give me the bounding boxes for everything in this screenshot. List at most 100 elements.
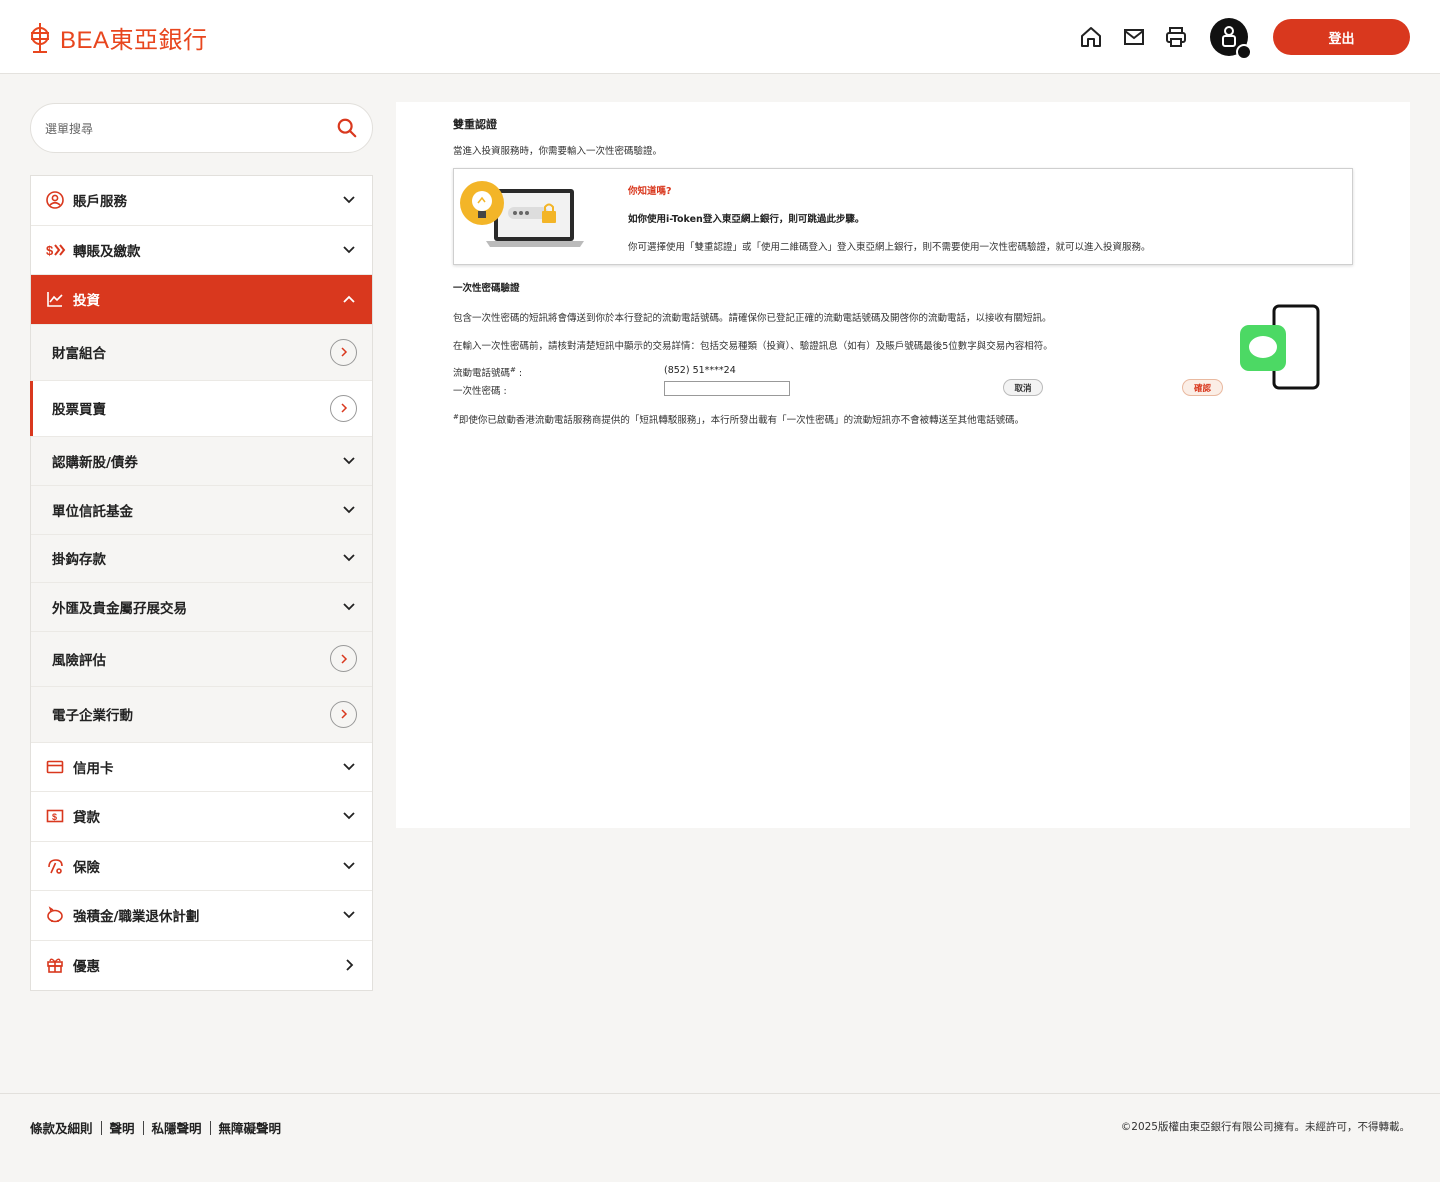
footnote: #即使你已啟動香港流動電話服務商提供的「短訊轉駁服務」，本行所發出載有「一次性密… — [453, 412, 1024, 426]
chevron-down-icon — [343, 196, 355, 204]
sidebar-item-label: 保險 — [73, 859, 100, 876]
circle-arrow-icon — [330, 394, 357, 422]
sidebar-subitem-corporate-actions[interactable]: 電子企業行動 — [31, 686, 372, 743]
footer-link-disclaimer[interactable]: 聲明 — [110, 1118, 135, 1137]
chevron-down-icon — [343, 505, 355, 513]
sidebar-item-label: 轉賬及繳款 — [73, 243, 141, 260]
sidebar-item-investment[interactable]: 投資 — [31, 275, 372, 325]
transfer-icon: $ — [46, 243, 66, 258]
piggy-icon — [47, 906, 63, 923]
sidebar-menu: 賬戶服務 $ 轉賬及繳款 投資 財富組合 股票買賣 認購新股/債券 單位信託基金… — [30, 175, 373, 991]
sidebar-subitem-label: 認購新股/債券 — [52, 454, 138, 471]
phone-message-illustration-icon — [1240, 304, 1320, 390]
chart-icon — [47, 292, 63, 308]
footer: 條款及細則 聲明 私隱聲明 無障礙聲明 ©2025版權由東亞銀行有限公司擁有。未… — [0, 1093, 1440, 1182]
page-description: 當進入投資服務時，你需要輸入一次性密碼驗證。 — [453, 146, 663, 157]
sidebar-subitem-unit-trusts[interactable]: 單位信託基金 — [31, 485, 372, 535]
footer-separator — [142, 1120, 144, 1135]
sidebar-item-label: 賬戶服務 — [73, 194, 127, 211]
phone-label-mark: # — [510, 365, 516, 374]
sidebar-subitem-label: 財富組合 — [52, 346, 106, 362]
sidebar-subitem-label: 單位信託基金 — [52, 503, 133, 520]
chevron-up-icon — [343, 295, 355, 303]
circle-arrow-icon — [330, 645, 357, 672]
chevron-down-icon — [343, 456, 355, 464]
mail-icon[interactable] — [1122, 25, 1146, 49]
otp-input[interactable] — [664, 381, 790, 396]
sidebar-item-label: 強積金/職業退休計劃 — [73, 909, 200, 926]
svg-text:$: $ — [46, 243, 54, 258]
chevron-down-icon — [343, 862, 355, 870]
footer-separator — [100, 1120, 102, 1135]
sidebar-subitem-label: 股票買賣 — [52, 402, 106, 418]
sidebar-item-offers[interactable]: 優惠 — [31, 941, 372, 991]
otp-label: 一次性密碼 : — [453, 386, 507, 397]
sidebar-subitem-label: 外匯及貴金屬孖展交易 — [52, 600, 187, 617]
svg-text:$: $ — [52, 812, 57, 822]
sidebar-subitem-label: 風險評估 — [52, 652, 106, 669]
logo-text: BEA東亞銀行 — [60, 27, 208, 54]
cancel-button[interactable]: 取消 — [1003, 379, 1043, 396]
menu-search — [30, 103, 373, 153]
sidebar-item-insurance[interactable]: 保險 — [31, 842, 372, 891]
sidebar-item-label: 信用卡 — [73, 760, 114, 777]
bea-logo[interactable]: BEA東亞銀行 — [28, 20, 208, 55]
page-title: 雙重認證 — [453, 118, 497, 131]
footer-links: 條款及細則 聲明 私隱聲明 無障礙聲明 — [30, 1118, 281, 1137]
sidebar-item-loans[interactable]: $ 貸款 — [31, 792, 372, 842]
tip-line-2fa: 你可選擇使用「雙重認證」或「使用二維碼登入」登入東亞網上銀行，則不需要使用一次性… — [628, 242, 1151, 253]
card-icon — [46, 760, 64, 774]
chevron-down-icon — [343, 911, 355, 919]
phone-label: 流動電話號碼# : — [453, 365, 523, 379]
sidebar-subitem-wealth-portfolio[interactable]: 財富組合 — [31, 324, 372, 381]
tip-box: 你知道嗎? 如你使用i-Token登入東亞網上銀行，則可跳過此步驟。 你可選擇使… — [453, 168, 1353, 265]
sidebar-subitem-fx-margin[interactable]: 外匯及貴金屬孖展交易 — [31, 582, 372, 632]
sidebar-subitem-label: 掛鈎存款 — [52, 552, 106, 568]
chevron-down-icon — [343, 246, 355, 254]
logout-button[interactable]: 登出 — [1273, 19, 1410, 55]
phone-label-text: 流動電話號碼 — [453, 368, 511, 379]
home-icon[interactable] — [1079, 25, 1103, 49]
menu-search-input[interactable] — [45, 118, 325, 140]
tip-line-itoken: 如你使用i-Token登入東亞網上銀行，則可跳過此步驟。 — [628, 214, 865, 225]
circle-arrow-icon — [330, 338, 357, 366]
search-icon[interactable] — [336, 117, 358, 139]
footnote-text: 即使你已啟動香港流動電話服務商提供的「短訊轉駁服務」，本行所發出載有「一次性密碼… — [458, 415, 1025, 426]
footer-link-privacy[interactable]: 私隱聲明 — [152, 1118, 202, 1137]
sidebar-item-transfer-payment[interactable]: $ 轉賬及繳款 — [31, 226, 372, 275]
sidebar-subitem-ipo-bonds[interactable]: 認購新股/債券 — [31, 436, 372, 486]
otp-paragraph-1: 包含一次性密碼的短訊將會傳送到你於本行登記的流動電話號碼。請確保你已登記正確的流… — [453, 313, 1052, 324]
loan-icon: $ — [46, 809, 64, 823]
bea-emblem-icon — [31, 22, 49, 53]
sidebar-item-account-services[interactable]: 賬戶服務 — [31, 176, 372, 226]
lightbulb-laptop-illustration-icon — [460, 181, 584, 247]
copyright: ©2025版權由東亞銀行有限公司擁有。未經許可，不得轉載。 — [1120, 1121, 1410, 1133]
sidebar-subitem-stock-trading[interactable]: 股票買賣 — [30, 380, 372, 437]
sidebar-subitem-linked-deposits[interactable]: 掛鈎存款 — [31, 534, 372, 583]
chevron-right-icon — [346, 959, 354, 971]
sidebar-item-label: 貸款 — [73, 810, 100, 827]
sidebar-item-credit-card[interactable]: 信用卡 — [31, 743, 372, 792]
user-avatar[interactable] — [1210, 18, 1252, 60]
user-icon — [46, 191, 64, 210]
chevron-down-icon — [343, 763, 355, 771]
circle-arrow-icon — [330, 700, 357, 728]
chevron-down-icon — [343, 554, 355, 562]
otp-section-title: 一次性密碼驗證 — [453, 283, 520, 294]
phone-value: (852) 51****24 — [664, 365, 736, 376]
confirm-button[interactable]: 確認 — [1182, 379, 1223, 396]
insurance-icon — [48, 858, 63, 874]
gift-icon — [47, 958, 63, 974]
otp-paragraph-2: 在輸入一次性密碼前，請核對清楚短訊中顯示的交易詳情：包括交易種類（投資）、驗證訊… — [453, 341, 1053, 352]
printer-icon[interactable] — [1164, 25, 1188, 49]
footer-separator — [209, 1120, 211, 1135]
header: BEA東亞銀行 登出 — [0, 0, 1440, 74]
sidebar-subitem-label: 電子企業行動 — [52, 708, 133, 724]
footer-link-accessibility[interactable]: 無障礙聲明 — [219, 1118, 282, 1137]
footer-link-terms[interactable]: 條款及細則 — [30, 1118, 93, 1137]
chevron-down-icon — [343, 812, 355, 820]
settings-badge-icon — [1236, 44, 1252, 60]
sidebar-item-mpf[interactable]: 強積金/職業退休計劃 — [31, 891, 372, 941]
sidebar-subitem-risk-assessment[interactable]: 風險評估 — [31, 631, 372, 687]
sidebar-item-label: 投資 — [73, 293, 100, 310]
